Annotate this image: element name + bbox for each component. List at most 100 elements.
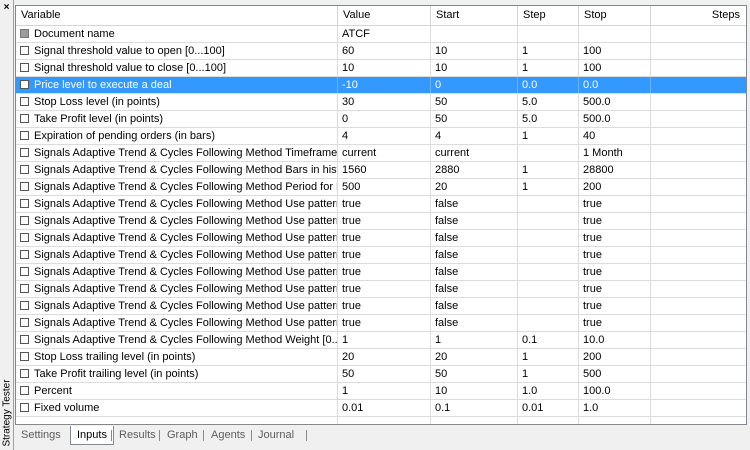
step-cell[interactable]: 1: [518, 128, 579, 144]
optimize-checkbox[interactable]: [20, 233, 29, 242]
optimize-checkbox[interactable]: [20, 318, 29, 327]
steps-cell[interactable]: [651, 332, 746, 348]
steps-cell[interactable]: [651, 366, 746, 382]
step-cell[interactable]: [518, 26, 579, 42]
stop-cell[interactable]: 1 Month: [579, 145, 651, 161]
step-cell[interactable]: [518, 298, 579, 314]
start-cell[interactable]: false: [431, 298, 518, 314]
stop-cell[interactable]: 200: [579, 179, 651, 195]
close-icon[interactable]: ×: [1, 2, 12, 13]
step-cell[interactable]: [518, 315, 579, 331]
stop-cell[interactable]: [579, 26, 651, 42]
table-row[interactable]: Take Profit level (in points) 0 50 5.0 500.0: [16, 111, 746, 128]
step-cell[interactable]: [518, 145, 579, 161]
steps-cell[interactable]: [651, 315, 746, 331]
step-cell[interactable]: [518, 264, 579, 280]
value-cell[interactable]: 1560: [338, 162, 431, 178]
optimize-checkbox[interactable]: [20, 403, 29, 412]
value-cell[interactable]: true: [338, 264, 431, 280]
stop-cell[interactable]: true: [579, 230, 651, 246]
value-cell[interactable]: current: [338, 145, 431, 161]
steps-cell[interactable]: [651, 43, 746, 59]
start-cell[interactable]: false: [431, 213, 518, 229]
steps-cell[interactable]: [651, 162, 746, 178]
optimize-checkbox[interactable]: [20, 46, 29, 55]
start-cell[interactable]: false: [431, 230, 518, 246]
value-cell[interactable]: ATCF: [338, 26, 431, 42]
start-cell[interactable]: 50: [431, 366, 518, 382]
value-cell[interactable]: 1: [338, 332, 431, 348]
inputs-grid[interactable]: Variable Value Start Step Stop Steps Doc…: [15, 5, 747, 425]
table-row[interactable]: Signals Adaptive Trend & Cycles Followin…: [16, 213, 746, 230]
table-row[interactable]: Percent 1 10 1.0 100.0: [16, 383, 746, 400]
value-cell[interactable]: true: [338, 298, 431, 314]
optimize-checkbox[interactable]: [20, 165, 29, 174]
value-cell[interactable]: 50: [338, 366, 431, 382]
stop-cell[interactable]: 28800: [579, 162, 651, 178]
start-cell[interactable]: current: [431, 145, 518, 161]
value-cell[interactable]: 10: [338, 60, 431, 76]
start-cell[interactable]: [431, 26, 518, 42]
optimize-checkbox[interactable]: [20, 114, 29, 123]
table-row[interactable]: Signals Adaptive Trend & Cycles Followin…: [16, 247, 746, 264]
optimize-checkbox[interactable]: [20, 199, 29, 208]
optimize-checkbox[interactable]: [20, 386, 29, 395]
value-cell[interactable]: true: [338, 281, 431, 297]
value-cell[interactable]: 500: [338, 179, 431, 195]
column-header-variable[interactable]: Variable: [16, 6, 338, 25]
table-row[interactable]: Expiration of pending orders (in bars) 4 4…: [16, 128, 746, 145]
optimize-checkbox[interactable]: [20, 250, 29, 259]
steps-cell[interactable]: [651, 60, 746, 76]
steps-cell[interactable]: [651, 145, 746, 161]
stop-cell[interactable]: true: [579, 315, 651, 331]
table-row[interactable]: Signals Adaptive Trend & Cycles Followin…: [16, 315, 746, 332]
stop-cell[interactable]: true: [579, 264, 651, 280]
start-cell[interactable]: 10: [431, 383, 518, 399]
column-header-stop[interactable]: Stop: [579, 6, 651, 25]
stop-cell[interactable]: true: [579, 196, 651, 212]
steps-cell[interactable]: [651, 94, 746, 110]
tab-results[interactable]: Results: [119, 426, 156, 444]
table-row[interactable]: Signals Adaptive Trend & Cycles Followin…: [16, 332, 746, 349]
value-cell[interactable]: 1: [338, 383, 431, 399]
stop-cell[interactable]: 100: [579, 60, 651, 76]
stop-cell[interactable]: 1.0: [579, 400, 651, 416]
stop-cell[interactable]: 100: [579, 43, 651, 59]
step-cell[interactable]: 0.1: [518, 332, 579, 348]
step-cell[interactable]: 1: [518, 60, 579, 76]
value-cell[interactable]: true: [338, 213, 431, 229]
start-cell[interactable]: false: [431, 264, 518, 280]
tab-journal[interactable]: Journal: [258, 426, 294, 444]
stop-cell[interactable]: 40: [579, 128, 651, 144]
column-header-steps[interactable]: Steps: [651, 6, 746, 25]
optimize-checkbox[interactable]: [20, 335, 29, 344]
table-row[interactable]: Signals Adaptive Trend & Cycles Followin…: [16, 179, 746, 196]
value-cell[interactable]: 0.01: [338, 400, 431, 416]
value-cell[interactable]: true: [338, 196, 431, 212]
step-cell[interactable]: 5.0: [518, 111, 579, 127]
stop-cell[interactable]: true: [579, 247, 651, 263]
step-cell[interactable]: 1: [518, 179, 579, 195]
table-row[interactable]: Signals Adaptive Trend & Cycles Followin…: [16, 281, 746, 298]
stop-cell[interactable]: 0.0: [579, 77, 651, 93]
value-cell[interactable]: -10: [338, 77, 431, 93]
table-row[interactable]: Take Profit trailing level (in points) 50…: [16, 366, 746, 383]
value-cell[interactable]: true: [338, 247, 431, 263]
tab-inputs[interactable]: Inputs: [70, 426, 114, 445]
table-row[interactable]: Signal threshold value to close [0...100…: [16, 60, 746, 77]
step-cell[interactable]: 1: [518, 349, 579, 365]
steps-cell[interactable]: [651, 298, 746, 314]
table-row[interactable]: Stop Loss level (in points) 30 50 5.0 500.0: [16, 94, 746, 111]
step-cell[interactable]: [518, 247, 579, 263]
table-row[interactable]: Signals Adaptive Trend & Cycles Followin…: [16, 264, 746, 281]
column-header-step[interactable]: Step: [518, 6, 579, 25]
value-cell[interactable]: 0: [338, 111, 431, 127]
optimize-checkbox[interactable]: [20, 97, 29, 106]
start-cell[interactable]: 20: [431, 179, 518, 195]
start-cell[interactable]: 0.1: [431, 400, 518, 416]
stop-cell[interactable]: 500: [579, 366, 651, 382]
table-row[interactable]: Signals Adaptive Trend & Cycles Followin…: [16, 230, 746, 247]
value-cell[interactable]: 20: [338, 349, 431, 365]
steps-cell[interactable]: [651, 383, 746, 399]
optimize-checkbox[interactable]: [20, 80, 29, 89]
